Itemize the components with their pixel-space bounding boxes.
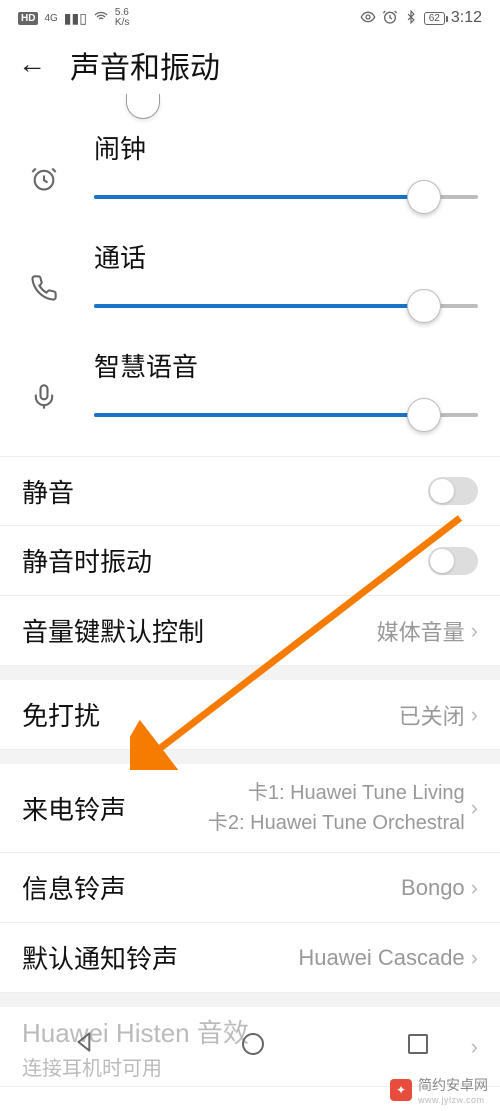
dnd-value: 已关闭: [399, 699, 465, 731]
slider-label: 智慧语音: [94, 347, 478, 384]
hd-badge: HD: [18, 12, 38, 25]
ringtone-label: 来电铃声: [22, 790, 126, 827]
slider-track[interactable]: [94, 289, 478, 323]
volume-key-value: 媒体音量: [377, 615, 465, 647]
volume-key-row[interactable]: 音量键默认控制 媒体音量 ›: [0, 596, 500, 666]
slider-knob[interactable]: [407, 289, 441, 323]
nav-home-button[interactable]: [242, 1033, 264, 1055]
mute-toggle[interactable]: [428, 477, 478, 505]
slider-knob[interactable]: [407, 398, 441, 432]
chevron-icon: ›: [471, 795, 478, 821]
status-left: HD 4G ▮▮▯ 5.6 K/s: [18, 8, 129, 28]
chevron-icon: ›: [471, 945, 478, 971]
ringtone-row[interactable]: 来电铃声 卡1: Huawei Tune Living 卡2: Huawei T…: [0, 764, 500, 853]
sliders-section: 闹钟通话智慧语音: [0, 129, 500, 456]
vibrate-toggle[interactable]: [428, 547, 478, 575]
notify-tone-row[interactable]: 默认通知铃声 Huawei Cascade ›: [0, 923, 500, 993]
watermark-url: www.jylzw.com: [418, 1095, 488, 1105]
ringtone-sim1: 卡1: Huawei Tune Living: [126, 778, 465, 808]
eye-icon: [360, 9, 376, 28]
slider-track[interactable]: [94, 180, 478, 214]
slider-label: 通话: [94, 238, 478, 275]
chevron-icon: ›: [471, 875, 478, 901]
volume-key-label: 音量键默认控制: [22, 612, 204, 649]
status-right: 62 3:12: [360, 9, 482, 28]
call-icon: [22, 274, 66, 302]
vibrate-row[interactable]: 静音时振动: [0, 526, 500, 596]
watermark-text: 简约安卓网: [418, 1075, 488, 1095]
ringtone-sim2: 卡2: Huawei Tune Orchestral: [126, 808, 465, 838]
message-tone-label: 信息铃声: [22, 869, 126, 906]
slider-knob-partial[interactable]: [126, 94, 160, 119]
battery-icon: 62: [424, 12, 445, 25]
watermark: ✦ 简约安卓网 www.jylzw.com: [390, 1075, 488, 1105]
alarm-icon: [22, 165, 66, 193]
alarm-status-icon: [382, 9, 398, 28]
dnd-label: 免打扰: [22, 696, 100, 733]
message-tone-value: Bongo: [401, 875, 465, 901]
nav-back-button[interactable]: [72, 1029, 98, 1060]
mic-icon: [22, 383, 66, 411]
message-tone-row[interactable]: 信息铃声 Bongo ›: [0, 853, 500, 923]
section-gap: [0, 750, 500, 764]
mute-label: 静音: [22, 473, 74, 510]
back-button[interactable]: ←: [18, 49, 46, 81]
nav-recent-button[interactable]: [408, 1034, 428, 1054]
bluetooth-icon: [404, 9, 418, 28]
signal-bars-icon: ▮▮▯: [64, 10, 87, 27]
section-gap: [0, 993, 500, 1007]
net-speed: 5.6 K/s: [115, 8, 129, 28]
notify-tone-label: 默认通知铃声: [22, 939, 178, 976]
slider-row-call: 通话: [0, 238, 500, 347]
ringtone-values: 卡1: Huawei Tune Living 卡2: Huawei Tune O…: [126, 778, 465, 838]
nav-bar: [0, 1019, 500, 1069]
status-bar: HD 4G ▮▮▯ 5.6 K/s 62 3:12: [0, 0, 500, 36]
header: ← 声音和振动: [0, 36, 500, 94]
signal-4g-icon: 4G: [44, 13, 57, 24]
mute-row[interactable]: 静音: [0, 456, 500, 526]
dnd-row[interactable]: 免打扰 已关闭 ›: [0, 680, 500, 750]
watermark-icon: ✦: [390, 1079, 412, 1101]
slider-track[interactable]: [94, 398, 478, 432]
chevron-icon: ›: [471, 618, 478, 644]
vibrate-label: 静音时振动: [22, 542, 152, 579]
slider-label: 闹钟: [94, 129, 478, 166]
wifi-icon: [93, 9, 109, 28]
notify-tone-value: Huawei Cascade: [298, 945, 464, 971]
chevron-icon: ›: [471, 702, 478, 728]
section-gap: [0, 666, 500, 680]
slider-row-mic: 智慧语音: [0, 347, 500, 456]
slider-row-alarm: 闹钟: [0, 129, 500, 238]
slider-knob[interactable]: [407, 180, 441, 214]
page-title: 声音和振动: [70, 43, 220, 87]
clock-text: 3:12: [451, 9, 482, 27]
